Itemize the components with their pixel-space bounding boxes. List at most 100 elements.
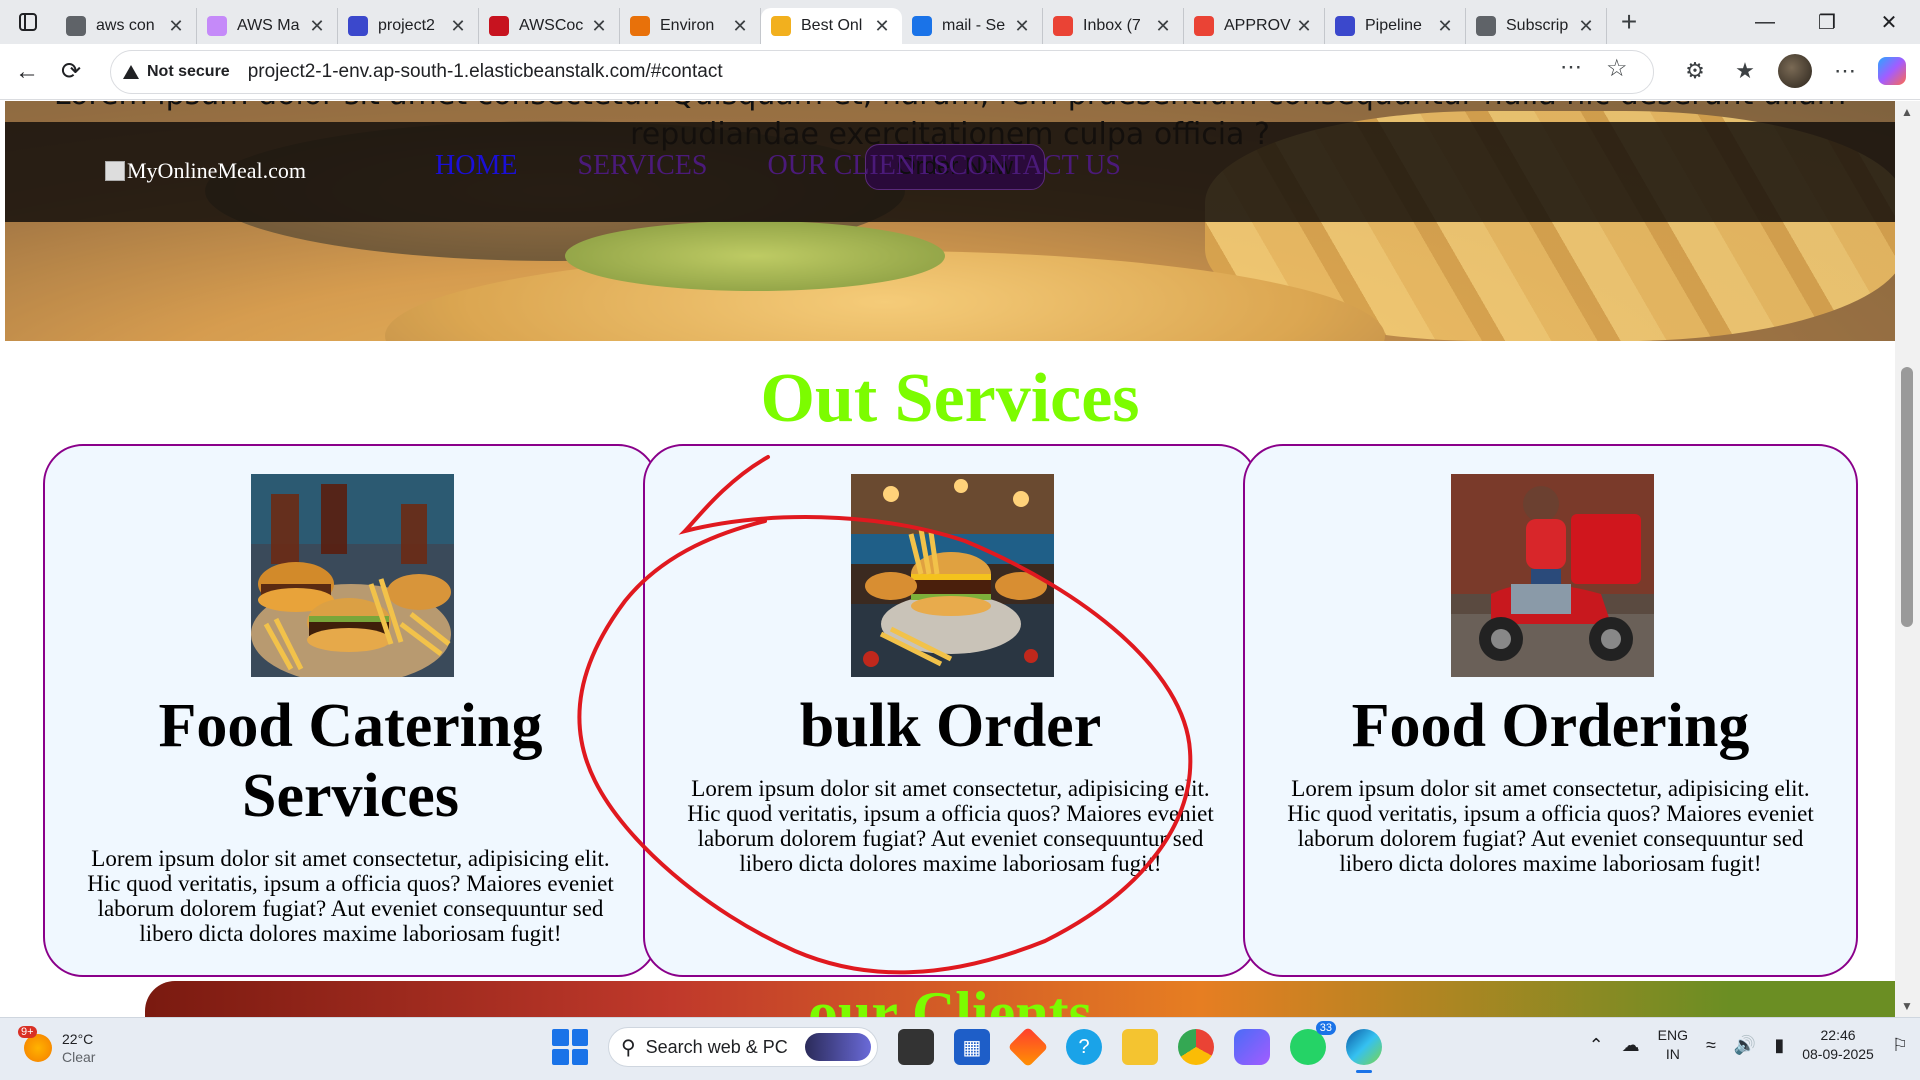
page-scrollbar[interactable]: ▲ ▼ [1895, 101, 1920, 1017]
gmail-icon [1053, 16, 1073, 36]
copilot-app-icon[interactable] [1234, 1029, 1270, 1065]
close-tab-icon[interactable]: ✕ [730, 16, 750, 37]
more-menu-icon[interactable]: ⋯ [1828, 54, 1862, 88]
tab-title: Best Onl [801, 17, 863, 34]
tab-title: Pipeline [1365, 17, 1422, 34]
temperature: 22°C [62, 1031, 94, 1047]
box-icon [771, 16, 791, 36]
tab-actions-button[interactable] [0, 0, 56, 44]
file-explorer-icon[interactable] [1122, 1029, 1158, 1065]
wifi-icon[interactable]: ≈ [1706, 1035, 1716, 1056]
browser-tab[interactable]: mail - Se ✕ [902, 8, 1043, 44]
get-help-icon[interactable]: ? [1066, 1029, 1102, 1065]
favorite-star-icon[interactable]: ☆ [1606, 54, 1628, 83]
copilot-icon[interactable] [1878, 57, 1906, 85]
beanstalk-icon [348, 16, 368, 36]
tab-title: AWSCoc [519, 17, 584, 34]
battery-icon[interactable]: ▮ [1774, 1035, 1784, 1056]
weather-sun-icon: 9+ [18, 1026, 52, 1062]
windows-taskbar: 9+ 22°C Clear ⚲ Search web & PC ▦ ? 33 ⌃… [0, 1017, 1920, 1080]
browser-tab[interactable]: Best Onl ✕ [761, 8, 902, 44]
start-button[interactable] [552, 1029, 588, 1065]
scrollbar-thumb[interactable] [1901, 367, 1913, 627]
microsoft-store-icon[interactable]: ▦ [954, 1029, 990, 1065]
minimize-button[interactable]: — [1734, 0, 1796, 44]
gmail-icon [1194, 16, 1214, 36]
browser-tab[interactable]: project2 ✕ [338, 8, 479, 44]
tab-title: Inbox (7 [1083, 17, 1141, 34]
browser-tab[interactable]: aws con ✕ [56, 8, 197, 44]
address-bar[interactable]: Not secure project2-1-env.ap-south-1.ela… [110, 50, 1654, 94]
tab-title: Subscrip [1506, 17, 1569, 34]
warning-icon [123, 65, 139, 79]
search-icon: ⚲ [621, 1036, 636, 1059]
browser-tab[interactable]: Subscrip ✕ [1466, 8, 1607, 44]
browser-tab-strip: aws con ✕ AWS Ma ✕ project2 ✕ AWSCoc ✕ Environ ✕ B… [0, 0, 1920, 44]
search-icon [66, 16, 86, 36]
browser-tab[interactable]: Inbox (7 ✕ [1043, 8, 1184, 44]
edge-icon[interactable] [1346, 1029, 1382, 1073]
close-tab-icon[interactable]: ✕ [1012, 16, 1032, 37]
tab-title: APPROV [1224, 17, 1291, 34]
browser-tab[interactable]: Pipeline ✕ [1325, 8, 1466, 44]
clock-date: 08-09-2025 [1802, 1046, 1874, 1062]
annotation-circle [577, 455, 1193, 975]
restore-button[interactable]: ❐ [1796, 0, 1858, 44]
whatsapp-count: 33 [1315, 1021, 1336, 1035]
close-tab-icon[interactable]: ✕ [166, 16, 186, 37]
weather-badge: 9+ [18, 1026, 37, 1038]
reader-options-icon[interactable]: ⋯ [1560, 54, 1582, 83]
cube-icon [207, 16, 227, 36]
onedrive-cloud-icon[interactable]: ☁ [1622, 1035, 1640, 1056]
chrome-icon[interactable] [1178, 1029, 1214, 1065]
extensions-icon[interactable]: ⚙ [1678, 54, 1712, 88]
lang-top: ENG [1657, 1027, 1689, 1043]
close-tab-icon[interactable]: ✕ [1576, 16, 1596, 37]
tab-title: AWS Ma [237, 17, 300, 34]
clock-time: 22:46 [1820, 1027, 1856, 1043]
tab-title: Environ [660, 17, 715, 34]
close-tab-icon[interactable]: ✕ [307, 16, 327, 37]
close-tab-icon[interactable]: ✕ [448, 16, 468, 37]
close-tab-icon[interactable]: ✕ [872, 16, 892, 37]
tab-title: project2 [378, 17, 435, 34]
not-secure-label: Not secure [147, 63, 230, 80]
app-red-diamond-icon[interactable] [1007, 1026, 1049, 1068]
close-tab-icon[interactable]: ✕ [589, 16, 609, 37]
show-hidden-icons-icon[interactable]: ⌃ [1589, 1035, 1604, 1056]
taskbar-search[interactable]: ⚲ Search web & PC [608, 1027, 878, 1067]
favorites-icon[interactable]: ★ [1728, 54, 1762, 88]
weather-widget[interactable]: 9+ 22°C Clear [18, 1026, 95, 1066]
scroll-down-icon[interactable]: ▼ [1901, 999, 1913, 1013]
codecommit-icon [489, 16, 509, 36]
globe-icon [1476, 16, 1496, 36]
beanstalk-icon [1335, 16, 1355, 36]
search-placeholder: Search web & PC [645, 1036, 788, 1057]
volume-icon[interactable]: 🔊 [1734, 1035, 1756, 1056]
close-tab-icon[interactable]: ✕ [1435, 16, 1455, 37]
search-highlight-icon [805, 1033, 871, 1061]
not-secure-indicator[interactable]: Not secure [123, 63, 230, 81]
whatsapp-icon[interactable]: 33 [1290, 1021, 1336, 1065]
search-icon [912, 16, 932, 36]
browser-tab[interactable]: AWS Ma ✕ [197, 8, 338, 44]
browser-tab[interactable]: Environ ✕ [620, 8, 761, 44]
browser-tab[interactable]: APPROV ✕ [1184, 8, 1325, 44]
profile-avatar[interactable] [1778, 54, 1812, 88]
close-tab-icon[interactable]: ✕ [1294, 16, 1314, 37]
task-view-icon[interactable] [898, 1029, 934, 1065]
refresh-button[interactable]: ⟳ [46, 44, 96, 100]
url-text[interactable]: project2-1-env.ap-south-1.elasticbeansta… [248, 61, 723, 83]
close-tab-icon[interactable]: ✕ [1153, 16, 1173, 37]
browser-tab[interactable]: AWSCoc ✕ [479, 8, 620, 44]
lang-bottom: IN [1665, 1046, 1680, 1062]
notifications-icon[interactable]: ⚐ [1892, 1035, 1908, 1056]
clock[interactable]: 22:46 08-09-2025 [1802, 1026, 1874, 1064]
scroll-up-icon[interactable]: ▲ [1901, 105, 1913, 119]
back-button[interactable]: ← [2, 44, 52, 100]
new-tab-button[interactable]: + [1607, 6, 1651, 38]
close-window-button[interactable]: ✕ [1858, 0, 1920, 44]
language-indicator[interactable]: ENG IN [1658, 1026, 1688, 1064]
tab-title: mail - Se [942, 17, 1006, 34]
tab-title: aws con [96, 17, 155, 34]
